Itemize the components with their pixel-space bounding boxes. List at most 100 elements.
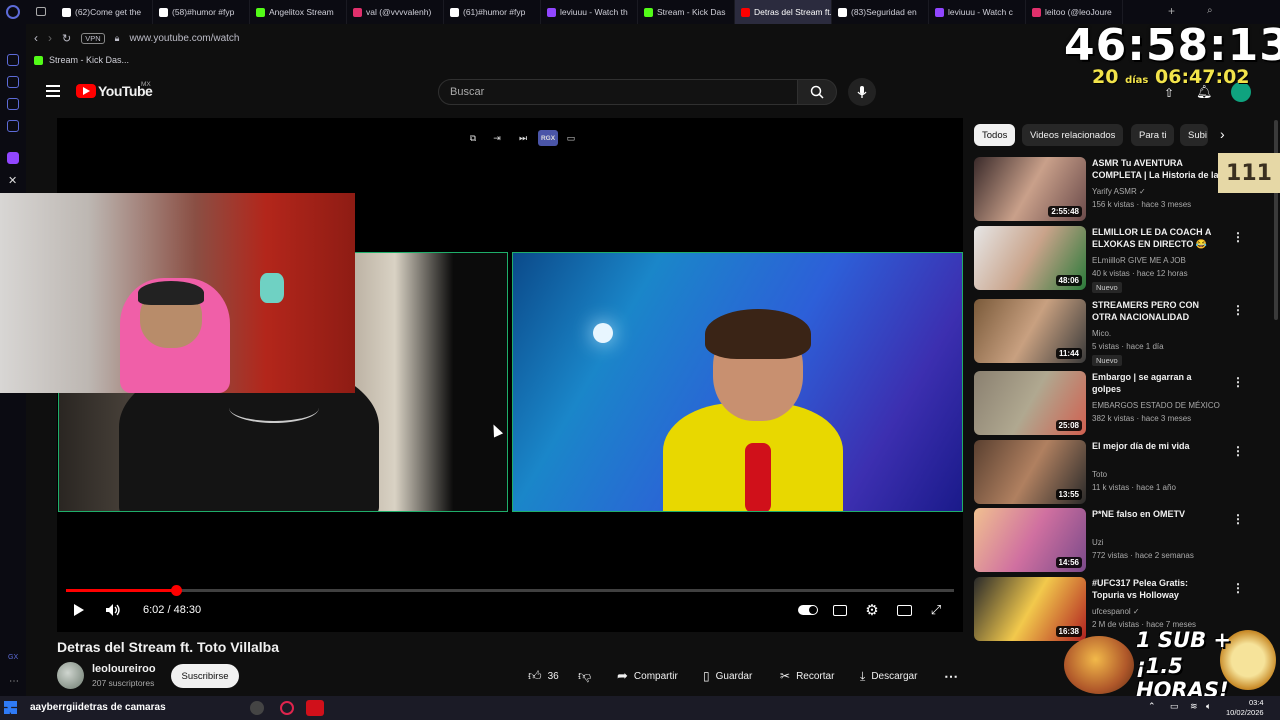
miniplayer-button[interactable]: [895, 601, 913, 619]
new-tab-icon[interactable]: +: [1168, 4, 1175, 18]
browser-tab[interactable]: (61)#humor #fyp: [444, 0, 541, 24]
recommended-channel[interactable]: Mico.: [1092, 327, 1111, 340]
create-icon[interactable]: ⇧: [1164, 86, 1174, 100]
chevron-right-icon[interactable]: ›: [1220, 126, 1225, 142]
progress-bar[interactable]: [66, 585, 954, 596]
share-button[interactable]: ➦ Compartir: [617, 664, 678, 688]
bag-icon[interactable]: [7, 76, 19, 88]
voice-search-button[interactable]: [848, 78, 876, 106]
miniplayer-icon[interactable]: ⧉: [465, 130, 481, 146]
rgx-badge[interactable]: RGX: [538, 130, 558, 146]
windows-start-icon[interactable]: [4, 701, 17, 714]
video-thumbnail[interactable]: 11:44: [974, 299, 1086, 363]
chip-subidos[interactable]: Subi: [1180, 124, 1208, 146]
exit-icon[interactable]: ⇥: [489, 130, 505, 146]
chip-todos[interactable]: Todos: [974, 124, 1016, 146]
recommended-title[interactable]: #UFC317 Pelea Gratis: Topuria vs Hollowa…: [1092, 577, 1222, 601]
clip-button[interactable]: ✂︎ Recortar: [780, 664, 834, 688]
forward-icon[interactable]: ›: [48, 31, 52, 45]
mail-icon[interactable]: [7, 98, 19, 110]
video-thumbnail[interactable]: 48:06: [974, 226, 1086, 290]
volume-button[interactable]: [104, 601, 122, 619]
save-button[interactable]: ▯ Guardar: [703, 664, 752, 688]
recommended-title[interactable]: ASMR Tu AVENTURA COMPLETA | La Historia …: [1092, 157, 1222, 181]
recommended-channel[interactable]: EMBARGOS ESTADO DE MÉXICO: [1092, 399, 1220, 412]
more-options-icon[interactable]: ⋮: [1232, 581, 1244, 595]
browser-tab[interactable]: val (@vvvvalenh): [347, 0, 444, 24]
gx-icon[interactable]: GX: [8, 654, 18, 661]
more-icon[interactable]: ⋯: [9, 676, 19, 687]
channel-avatar[interactable]: [57, 662, 84, 689]
messenger-icon[interactable]: [7, 54, 19, 66]
recommended-title[interactable]: STREAMERS PERO CON OTRA NACIONALIDAD: [1092, 299, 1222, 323]
video-thumbnail[interactable]: 2:55:48: [974, 157, 1086, 221]
browser-tab[interactable]: (83)Seguridad en: [832, 0, 929, 24]
recommended-channel[interactable]: Uzi: [1092, 536, 1104, 549]
skip-icon[interactable]: ⏭︎: [515, 130, 531, 146]
more-options-icon[interactable]: ⋮: [1232, 444, 1244, 458]
channel-name[interactable]: leoloureiroo: [92, 663, 156, 675]
more-actions-button[interactable]: ⋯: [944, 664, 958, 688]
back-icon[interactable]: ‹: [34, 31, 38, 45]
browser-tab[interactable]: Detras del Stream ft.: [735, 0, 832, 24]
browser-tab[interactable]: leviuuu - Watch c: [929, 0, 1026, 24]
recommended-video[interactable]: 11:44 STREAMERS PERO CON OTRA NACIONALIDA…: [974, 299, 1244, 366]
recommended-video[interactable]: 48:06 ELMILLOR LE DA COACH A ELXOKAS EN D…: [974, 226, 1244, 293]
recording-app-icon[interactable]: [306, 700, 324, 716]
like-button[interactable]: 👍︎ 36: [528, 664, 559, 688]
recommended-title[interactable]: P*NE falso en OMETV: [1092, 508, 1222, 520]
browser-tab[interactable]: (58)#humor #fyp: [153, 0, 250, 24]
twitch-icon[interactable]: [7, 152, 19, 164]
browser-tab[interactable]: Angelitox Stream: [250, 0, 347, 24]
autoplay-toggle[interactable]: [797, 601, 819, 619]
recommended-title[interactable]: Embargo | se agarran a golpes: [1092, 371, 1222, 395]
speaker-icon[interactable]: 🔈︎: [1206, 701, 1211, 712]
fullscreen-button[interactable]: ⤢: [927, 601, 945, 619]
recommended-channel[interactable]: Yarify ASMR ✓: [1092, 185, 1146, 198]
search-input[interactable]: Buscar: [438, 79, 798, 105]
youtube-logo-icon[interactable]: [76, 84, 96, 98]
browser-tab[interactable]: leviuuu - Watch th: [541, 0, 638, 24]
subtitles-button[interactable]: [831, 601, 849, 619]
recommended-channel[interactable]: ufcespanol ✓: [1092, 605, 1140, 618]
settings-button[interactable]: ⚙︎: [863, 601, 881, 619]
more-options-icon[interactable]: ⋮: [1232, 512, 1244, 526]
video-thumbnail[interactable]: 16:38: [974, 577, 1086, 641]
recommended-video[interactable]: 14:56 P*NE falso en OMETV Uzi 772 vistas · …: [974, 508, 1244, 572]
vk-icon[interactable]: [7, 120, 19, 132]
browser-tab[interactable]: Stream - Kick Das: [638, 0, 735, 24]
more-options-icon[interactable]: ⋮: [1232, 303, 1244, 317]
search-tabs-icon[interactable]: ⌕: [1207, 5, 1213, 16]
taskbar-app-icon[interactable]: [250, 701, 264, 715]
theater-icon[interactable]: ▭: [563, 130, 579, 146]
menu-icon[interactable]: [46, 85, 60, 97]
opera-taskbar-icon[interactable]: [280, 701, 294, 715]
video-thumbnail[interactable]: 13:55: [974, 440, 1086, 504]
recommended-channel[interactable]: Toto: [1092, 468, 1107, 481]
page-scrollbar[interactable]: [1274, 120, 1278, 320]
video-thumbnail[interactable]: 14:56: [974, 508, 1086, 572]
chip-videos-relacionados[interactable]: Videos relacionados: [1022, 124, 1124, 146]
subscribe-button[interactable]: Suscribirse: [171, 664, 239, 688]
bookmark-item[interactable]: Stream - Kick Das...: [49, 55, 129, 65]
download-button[interactable]: ⤓ Descargar: [860, 664, 917, 688]
recommended-channel[interactable]: ELmiilloR GIVE ME A JOB: [1092, 254, 1186, 267]
recommended-video[interactable]: 2:55:48 ASMR Tu AVENTURA COMPLETA | La Hi…: [974, 157, 1244, 221]
url-field[interactable]: www.youtube.com/watch: [129, 33, 239, 44]
tab-overview-icon[interactable]: [36, 7, 46, 16]
reload-icon[interactable]: ↻: [62, 32, 71, 45]
recommended-title[interactable]: ELMILLOR LE DA COACH A ELXOKAS EN DIRECT…: [1092, 226, 1222, 250]
browser-tab[interactable]: (62)Come get the: [56, 0, 153, 24]
more-options-icon[interactable]: ⋮: [1232, 375, 1244, 389]
recommended-title[interactable]: El mejor día de mi vida: [1092, 440, 1222, 452]
wifi-icon[interactable]: ≋: [1190, 701, 1198, 712]
taskbar-clock[interactable]: 03:4 10/02/2026: [1226, 698, 1264, 718]
tray-chevron-icon[interactable]: ⌃: [1148, 701, 1156, 712]
x-icon[interactable]: ✕: [8, 174, 17, 187]
network-icon[interactable]: ▭: [1170, 701, 1179, 712]
recommended-video[interactable]: 13:55 El mejor día de mi vida Toto 11 k vis…: [974, 440, 1244, 504]
more-options-icon[interactable]: ⋮: [1232, 230, 1244, 244]
play-button[interactable]: [70, 601, 88, 619]
search-button[interactable]: [797, 79, 837, 105]
opera-logo-icon[interactable]: [6, 5, 20, 19]
